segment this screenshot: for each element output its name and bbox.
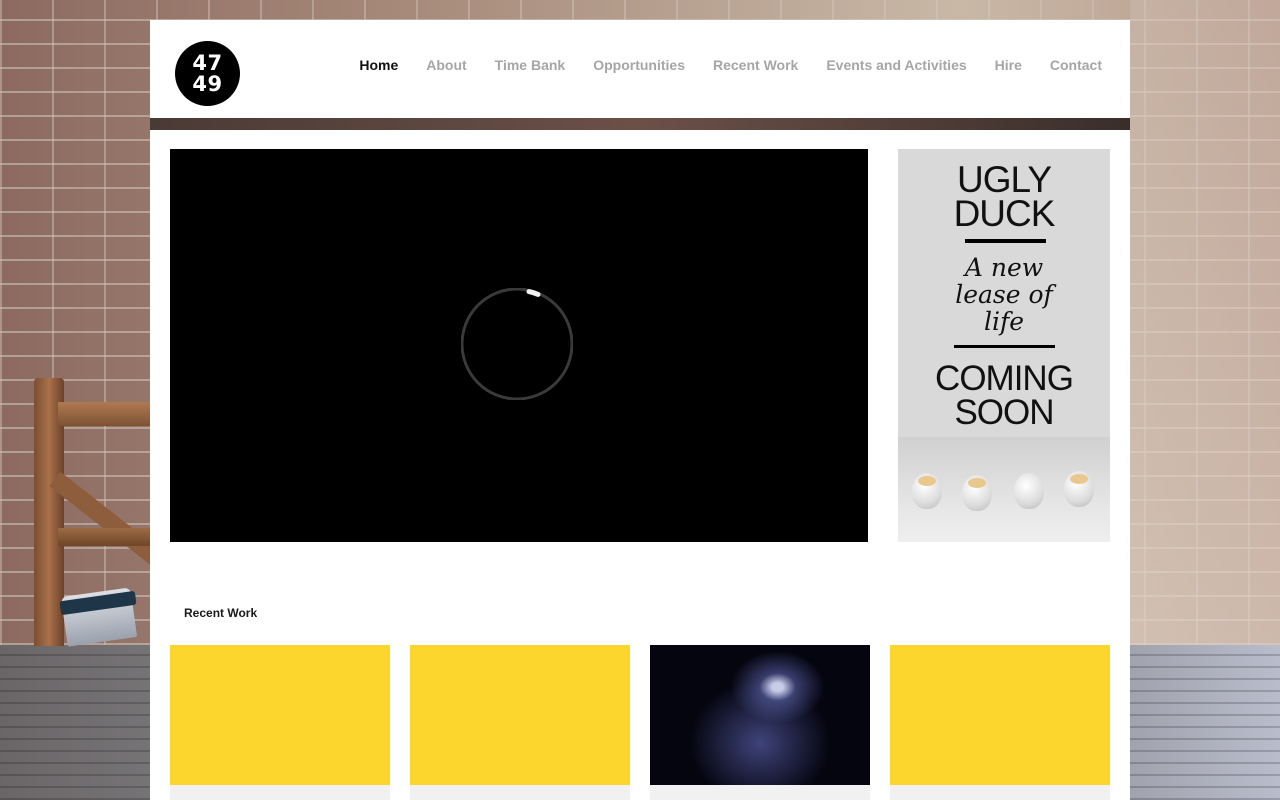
nav-time-bank[interactable]: Time Bank — [481, 56, 580, 76]
egg-shell-image — [1064, 471, 1094, 507]
logo-line-1: 47 — [192, 50, 223, 75]
background-railing-rail — [58, 528, 150, 546]
ad-divider-1 — [965, 239, 1046, 243]
recent-work-tile-light-painting[interactable] — [650, 645, 870, 785]
nav-events-activities[interactable]: Events and Activities — [812, 56, 980, 76]
recent-work-tile-caption — [170, 785, 390, 800]
egg-shell-image — [912, 473, 942, 509]
main-content: UGLY DUCK A new lease of life COMING SOO… — [150, 130, 1130, 800]
main-nav: Home About Time Bank Opportunities Recen… — [345, 56, 1116, 76]
recent-work-tile-caption — [410, 785, 630, 800]
background-beam — [150, 118, 1130, 130]
background-wall-highlight — [1130, 0, 1280, 645]
ad-eggs-image — [898, 437, 1110, 542]
loading-spinner-icon — [461, 288, 573, 400]
recent-work-tile[interactable] — [170, 645, 390, 785]
recent-work-heading: Recent Work — [184, 606, 258, 620]
egg-shell-image — [962, 475, 992, 511]
ad-title-line-2: DUCK — [953, 193, 1056, 234]
recent-work-tile-caption — [890, 785, 1110, 800]
nav-contact[interactable]: Contact — [1036, 56, 1116, 76]
video-player[interactable] — [170, 149, 868, 542]
ad-title-line-1: UGLY — [956, 159, 1052, 200]
nav-recent-work[interactable]: Recent Work — [699, 56, 812, 76]
recent-work-tile-caption — [650, 785, 870, 800]
nav-about[interactable]: About — [412, 56, 480, 76]
recent-work-tile[interactable] — [410, 645, 630, 785]
site-header: 47 49 Home About Time Bank Opportunities… — [150, 20, 1130, 118]
ugly-duck-advert[interactable]: UGLY DUCK A new lease of life COMING SOO… — [898, 149, 1110, 542]
ad-tagline-line-3: life — [983, 307, 1025, 336]
ad-tagline-line-2: lease of — [955, 280, 1053, 309]
ad-tagline-line-1: A new — [964, 253, 1044, 282]
nav-home[interactable]: Home — [345, 56, 412, 76]
nav-opportunities[interactable]: Opportunities — [579, 56, 699, 76]
recent-work-tile[interactable] — [890, 645, 1110, 785]
nav-hire[interactable]: Hire — [981, 56, 1036, 76]
site-logo[interactable]: 47 49 — [175, 41, 240, 106]
ad-coming-line-1: COMING — [935, 359, 1074, 398]
background-railing-top — [58, 402, 150, 426]
egg-shell-image — [1014, 473, 1044, 509]
ad-coming-line-2: SOON — [954, 393, 1054, 432]
ad-divider-2 — [954, 345, 1055, 348]
logo-line-2: 49 — [192, 71, 223, 96]
